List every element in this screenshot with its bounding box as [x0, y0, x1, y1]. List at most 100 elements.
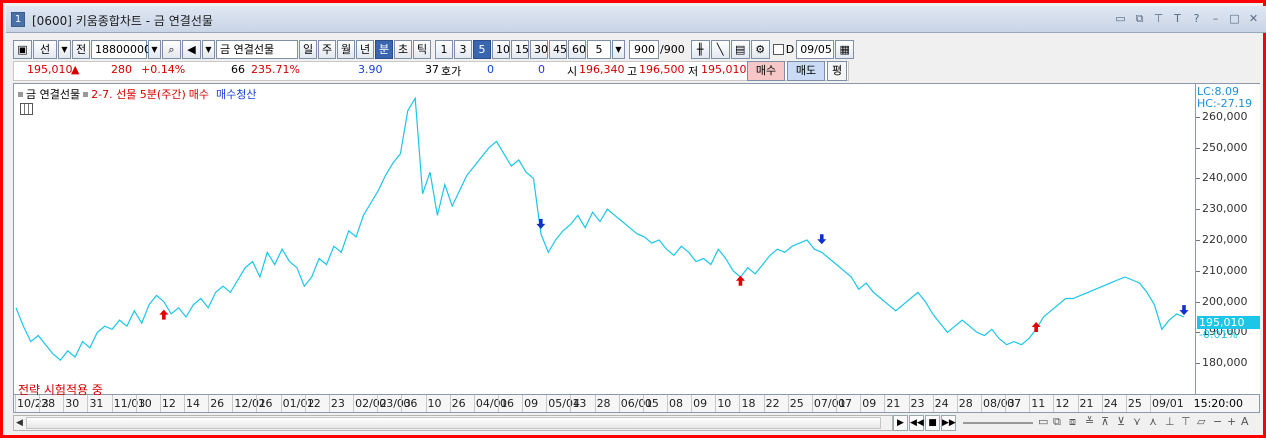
interval-60[interactable]: 60 — [568, 39, 586, 59]
average-button[interactable]: 평 — [827, 61, 847, 81]
open-price: 196,340 — [579, 63, 625, 76]
horizontal-scrollbar[interactable]: ◀ — [13, 415, 893, 431]
period-month[interactable]: 월 — [337, 39, 355, 59]
period-minute[interactable]: 분 — [375, 39, 393, 59]
price-chart[interactable] — [14, 84, 1195, 394]
tool3-icon[interactable]: ⋎ — [1133, 415, 1141, 428]
rewind-icon[interactable]: ◀◀ — [909, 415, 924, 431]
fast-forward-icon[interactable]: ▶▶ — [941, 415, 956, 431]
x-tick — [1077, 395, 1079, 412]
layers-icon[interactable]: ⧈ — [1069, 415, 1076, 429]
x-tick — [522, 395, 524, 412]
candle-add-icon[interactable]: ╫ — [690, 39, 710, 59]
maximize-icon[interactable]: □ — [1228, 12, 1241, 25]
tool6-icon[interactable]: ⊤ — [1181, 415, 1191, 428]
close-icon[interactable]: ✕ — [1247, 12, 1260, 25]
buy-signal-arrow-icon[interactable] — [159, 309, 169, 320]
interval-45[interactable]: 45 — [549, 39, 567, 59]
save-icon[interactable]: ▤ — [730, 39, 750, 59]
period-year[interactable]: 년 — [356, 39, 374, 59]
sell-button[interactable]: 매도 — [787, 61, 825, 81]
y-tick-label: 240,000 — [1202, 171, 1248, 185]
tool7-icon[interactable]: ▱ — [1197, 415, 1205, 428]
period-week[interactable]: 주 — [318, 39, 336, 59]
minimize-icon[interactable]: – — [1209, 12, 1222, 25]
sell-signal-arrow-icon[interactable] — [536, 218, 546, 229]
interval-10[interactable]: 10 — [492, 39, 510, 59]
scroll-left-icon[interactable]: ◀ — [16, 418, 23, 428]
type-select[interactable]: 선 — [33, 39, 57, 59]
help-icon[interactable]: ? — [1190, 12, 1203, 25]
stop-icon[interactable]: ■ — [925, 415, 940, 431]
scroll-thumb[interactable] — [26, 417, 881, 429]
interval-3[interactable]: 3 — [454, 39, 472, 59]
chevron-down-icon[interactable]: ▼ — [58, 39, 71, 59]
interval-30[interactable]: 30 — [530, 39, 548, 59]
text-icon[interactable]: T — [1171, 12, 1184, 25]
buy-signal-arrow-icon[interactable] — [735, 275, 745, 286]
layout-icon[interactable]: ▣ — [13, 39, 32, 59]
chevron-down-icon[interactable]: ▼ — [612, 39, 625, 59]
period-second[interactable]: 초 — [394, 39, 412, 59]
legend-strategy[interactable]: 2-7. 선물 5분(주간) — [91, 86, 186, 102]
table-icon[interactable] — [20, 103, 33, 115]
fib-icon[interactable]: ≚ — [1085, 415, 1094, 428]
copy-icon[interactable]: ⧉ — [1053, 415, 1061, 429]
split-icon[interactable]: ▭ — [1114, 12, 1127, 25]
count-input[interactable]: 900 — [629, 39, 659, 59]
x-tick-label: 25 — [1127, 397, 1142, 410]
legend-instrument[interactable]: 금 연결선물 — [26, 86, 80, 102]
pin-icon[interactable]: ⊤ — [1152, 12, 1165, 25]
copy-window-icon[interactable]: ⧉ — [1133, 12, 1146, 25]
chevron-down-icon[interactable]: ▼ — [202, 39, 215, 59]
x-tick — [546, 395, 548, 412]
interval-select[interactable]: 5 — [587, 39, 611, 59]
sell-signal-arrow-icon[interactable] — [1179, 305, 1189, 316]
tool2-icon[interactable]: ⊻ — [1117, 415, 1125, 428]
x-tick-label: 08 — [669, 397, 684, 410]
d-checkbox[interactable] — [772, 43, 784, 55]
speaker-icon[interactable]: ◀ — [182, 39, 201, 59]
code-input[interactable]: 18800000 — [91, 39, 151, 59]
x-tick-label: 26 — [258, 397, 273, 410]
chart-panel[interactable]: 금 연결선물 2-7. 선물 5분(주간) 매수 매수청산 전략 시험적용 중 … — [13, 83, 1260, 397]
price-axis[interactable]: LC:8.09 HC:-27.19 260,000 250,000 240,000 2… — [1195, 84, 1260, 394]
x-tick-label: 09 — [524, 397, 539, 410]
buy-button[interactable]: 매수 — [747, 61, 785, 81]
x-tick-label: 22 — [765, 397, 780, 410]
y-tick — [1196, 147, 1200, 149]
title-bar[interactable]: 1 [0600] 키움종합차트 - 금 연결선물 ▭ ⧉ ⊤ T ? – □ ✕ — [6, 6, 1266, 33]
window-icon[interactable]: ▭ — [1038, 415, 1048, 428]
prev-button[interactable]: 전 — [72, 39, 90, 59]
calendar-icon[interactable]: ▦ — [835, 39, 855, 59]
window-title: [0600] 키움종합차트 - 금 연결선물 — [32, 14, 213, 28]
x-tick — [1125, 395, 1127, 412]
gear-icon[interactable]: ⚙ — [750, 39, 770, 59]
x-tick-label: 18 — [741, 397, 756, 410]
x-tick — [642, 395, 644, 412]
tool4-icon[interactable]: ⋏ — [1149, 415, 1157, 428]
chevron-down-icon[interactable]: ▼ — [148, 39, 161, 59]
period-day[interactable]: 일 — [299, 39, 317, 59]
trend-icon[interactable]: ╲ — [710, 39, 730, 59]
search-icon[interactable]: ⌕ — [162, 39, 181, 59]
time-axis[interactable]: 10/23 28 30 31 11/03 10 12 14 26 12/01 26 01/02 12 23… — [13, 395, 1260, 413]
scroll-right-icon[interactable]: ▶ — [893, 415, 908, 431]
period-tick[interactable]: 틱 — [413, 39, 431, 59]
x-tick-label: 24 — [1103, 397, 1118, 410]
x-tick-label: 06 — [499, 397, 514, 410]
tool5-icon[interactable]: ⊥ — [1165, 415, 1175, 428]
interval-5[interactable]: 5 — [473, 39, 491, 59]
tool-icon[interactable]: ⊼ — [1101, 415, 1109, 428]
zoom-out-icon[interactable]: − — [1213, 415, 1222, 428]
sell-signal-arrow-icon[interactable] — [817, 234, 827, 245]
font-size-icon[interactable]: A — [1241, 415, 1249, 428]
zoom-in-icon[interactable]: + — [1227, 415, 1236, 428]
y-tick-label: 180,000 — [1202, 356, 1248, 370]
date-input[interactable]: 09/05 — [796, 39, 835, 59]
zoom-slider[interactable] — [963, 422, 1033, 424]
interval-15[interactable]: 15 — [511, 39, 529, 59]
interval-1[interactable]: 1 — [435, 39, 453, 59]
x-tick-label: 10 — [137, 397, 152, 410]
x-tick — [256, 395, 258, 412]
